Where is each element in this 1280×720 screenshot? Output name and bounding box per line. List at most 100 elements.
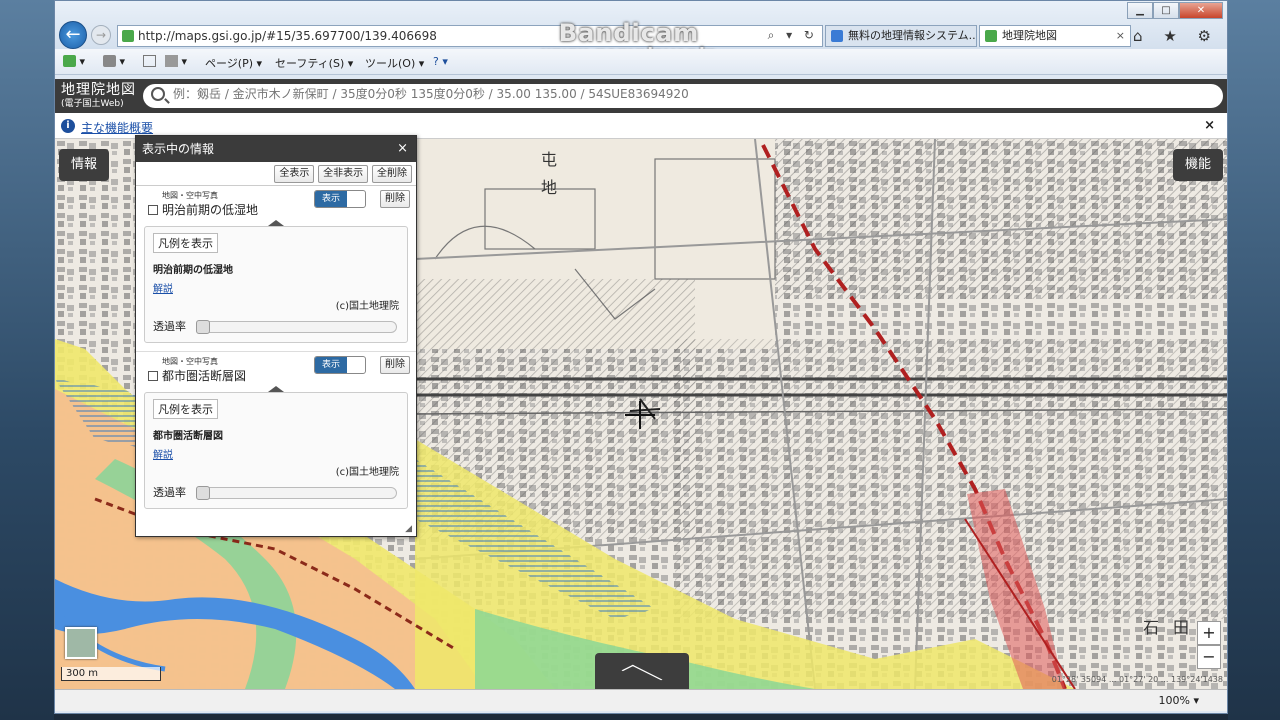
page-menu[interactable]: ページ(P) ▾ xyxy=(205,55,262,71)
feature-overview-link[interactable]: 主な機能概要 xyxy=(81,119,153,136)
gsi-header: 地理院地図 (電子国土Web) xyxy=(55,79,1227,113)
command-bar: ▾ ▾ ▾ ページ(P) ▾ セーフティ(S) ▾ ツール(O) ▾ ? ▾ xyxy=(55,49,1227,75)
toggle-label: 表示 xyxy=(315,357,347,373)
tab-gis-system[interactable]: 無料の地理情報システム... xyxy=(825,25,977,47)
tools-menu[interactable]: ツール(O) ▾ xyxy=(365,55,424,71)
tab-gsi-map[interactable]: 地理院地図 × xyxy=(979,25,1131,47)
info-icon: i xyxy=(61,119,75,133)
help-menu[interactable]: ? ▾ xyxy=(433,55,448,68)
zoom-level[interactable]: 100% ▾ xyxy=(1159,694,1199,707)
tab-page-icon xyxy=(985,30,997,42)
show-legend-button[interactable]: 凡例を表示 xyxy=(153,399,218,419)
layer-title: 都市圏活断層図 xyxy=(142,367,410,384)
layer-category: 地図・空中写真 xyxy=(162,191,218,200)
close-window-button[interactable]: ✕ xyxy=(1179,2,1223,19)
zoom-level-caret: ▾ xyxy=(1193,694,1199,707)
search-box[interactable] xyxy=(143,84,1223,108)
show-all-button[interactable]: 全表示 xyxy=(274,165,315,183)
window-controls: ▁ □ ✕ xyxy=(1127,2,1223,19)
layer-name: 都市圏活断層図 xyxy=(153,431,223,442)
svg-text:屯: 屯 xyxy=(541,150,557,169)
layer-item: 地図・空中写真 都市圏活断層図 表示 削除 凡例を表示 都市圏活断層図 解説 (… xyxy=(136,351,416,509)
tab-page-icon xyxy=(831,30,843,42)
status-bar: 100% ▾ xyxy=(55,689,1227,711)
opacity-label: 透過率 xyxy=(153,320,186,333)
panel-title: 表示中の情報 xyxy=(142,142,215,156)
maximize-button[interactable]: □ xyxy=(1153,2,1179,19)
layer-delete-button[interactable]: 削除 xyxy=(380,356,410,374)
gsi-logo[interactable]: 地理院地図 (電子国土Web) xyxy=(61,83,136,111)
zoom-level-value: 100% xyxy=(1158,694,1190,707)
opacity-row: 透過率 xyxy=(153,318,399,336)
safety-menu[interactable]: セーフティ(S) ▾ xyxy=(275,55,353,71)
print-icon[interactable]: ▾ xyxy=(165,55,187,68)
info-button[interactable]: 情報 xyxy=(59,149,110,181)
browser-window: ▁ □ ✕ ← → http://maps.gsi.go.jp/#15/35.6… xyxy=(54,0,1228,714)
panel-close-icon[interactable]: × xyxy=(397,136,408,162)
search-icon xyxy=(151,87,165,101)
home-favorites-settings-icons[interactable]: ⌂ ★ ⚙ xyxy=(1133,27,1219,45)
layer-explanation-link[interactable]: 解説 xyxy=(153,446,399,461)
layer-visibility-toggle[interactable]: 表示 xyxy=(314,190,366,208)
logo-title: 地理院地図 xyxy=(61,82,136,98)
layer-title-text: 都市圏活断層図 xyxy=(162,369,247,383)
site-favicon-icon xyxy=(122,30,134,42)
layer-title-text: 明治前期の低湿地 xyxy=(162,203,259,217)
minimize-button[interactable]: ▁ xyxy=(1127,2,1153,19)
layer-copyright: (c)国土地理院 xyxy=(335,301,399,312)
address-bar[interactable]: http://maps.gsi.go.jp/#15/35.697700/139.… xyxy=(117,25,823,47)
minimap-thumbnail[interactable] xyxy=(65,627,97,659)
hide-all-button[interactable]: 全非表示 xyxy=(318,165,369,183)
layers-panel: 表示中の情報 × 全表示 全非表示 全削除 地図・空中写真 明治前期の低湿地 表… xyxy=(135,135,417,537)
svg-text:地: 地 xyxy=(541,178,557,197)
desktop-background-right xyxy=(1228,0,1280,720)
back-button[interactable]: ← xyxy=(59,21,87,49)
search-input[interactable] xyxy=(173,87,1213,101)
layer-icon xyxy=(148,371,158,381)
layer-explanation-link[interactable]: 解説 xyxy=(153,280,399,295)
resize-grip-icon[interactable]: ◢ xyxy=(405,524,412,534)
zoom-in-button[interactable]: + xyxy=(1197,621,1221,645)
delete-all-button[interactable]: 全削除 xyxy=(372,165,412,183)
tab-close-icon[interactable]: × xyxy=(1116,26,1125,46)
layer-copyright: (c)国土地理院 xyxy=(335,467,399,478)
layer-details: 凡例を表示 明治前期の低湿地 解説 (c)国土地理院 透過率 xyxy=(144,226,408,343)
layer-name: 明治前期の低湿地 xyxy=(153,265,233,276)
forward-button[interactable]: → xyxy=(91,25,111,45)
search-refresh-icons[interactable]: ⌕ ▾ ↻ xyxy=(768,28,818,43)
layer-delete-button[interactable]: 削除 xyxy=(380,190,410,208)
expand-panel-handle[interactable] xyxy=(595,653,689,689)
address-url[interactable]: http://maps.gsi.go.jp/#15/35.697700/139.… xyxy=(138,29,437,43)
desktop-background-left xyxy=(0,0,54,720)
layer-title: 明治前期の低湿地 xyxy=(142,201,410,218)
show-legend-button[interactable]: 凡例を表示 xyxy=(153,233,218,253)
opacity-slider[interactable] xyxy=(196,486,397,500)
slider-knob[interactable] xyxy=(196,486,210,500)
home-menu-icon[interactable]: ▾ xyxy=(63,55,85,68)
tab-label: 地理院地図 xyxy=(1002,29,1057,42)
layer-category: 地図・空中写真 xyxy=(162,357,218,366)
zoom-out-button[interactable]: − xyxy=(1197,645,1221,669)
panel-toolbar: 全表示 全非表示 全削除 xyxy=(136,162,416,186)
opacity-label: 透過率 xyxy=(153,486,186,499)
svg-text:石: 石 xyxy=(1143,618,1159,637)
layer-item: 地図・空中写真 明治前期の低湿地 表示 削除 凡例を表示 明治前期の低湿地 解説… xyxy=(136,186,416,343)
slider-knob[interactable] xyxy=(196,320,210,334)
info-bar-close-icon[interactable]: × xyxy=(1204,118,1215,133)
opacity-slider[interactable] xyxy=(196,320,397,334)
opacity-row: 透過率 xyxy=(153,484,399,502)
logo-subtitle: (電子国土Web) xyxy=(61,99,124,109)
tab-label: 無料の地理情報システム... xyxy=(848,29,977,42)
panel-header: 表示中の情報 × xyxy=(136,136,416,162)
toggle-label: 表示 xyxy=(315,191,347,207)
layer-icon xyxy=(148,205,158,215)
watermark-line1: Bandicam xyxy=(558,19,700,47)
layer-details: 凡例を表示 都市圏活断層図 解説 (c)国土地理院 透過率 xyxy=(144,392,408,509)
svg-text:田: 田 xyxy=(1173,618,1189,637)
function-button[interactable]: 機能 xyxy=(1172,149,1223,181)
feeds-icon[interactable]: ▾ xyxy=(103,55,125,68)
coordinates-readout: 01°28' 35094 ... 01°27' 20 ... 139°24'14… xyxy=(1051,675,1223,684)
layer-visibility-toggle[interactable]: 表示 xyxy=(314,356,366,374)
scale-bar: 300 m xyxy=(61,667,161,681)
mail-icon[interactable] xyxy=(143,55,156,68)
